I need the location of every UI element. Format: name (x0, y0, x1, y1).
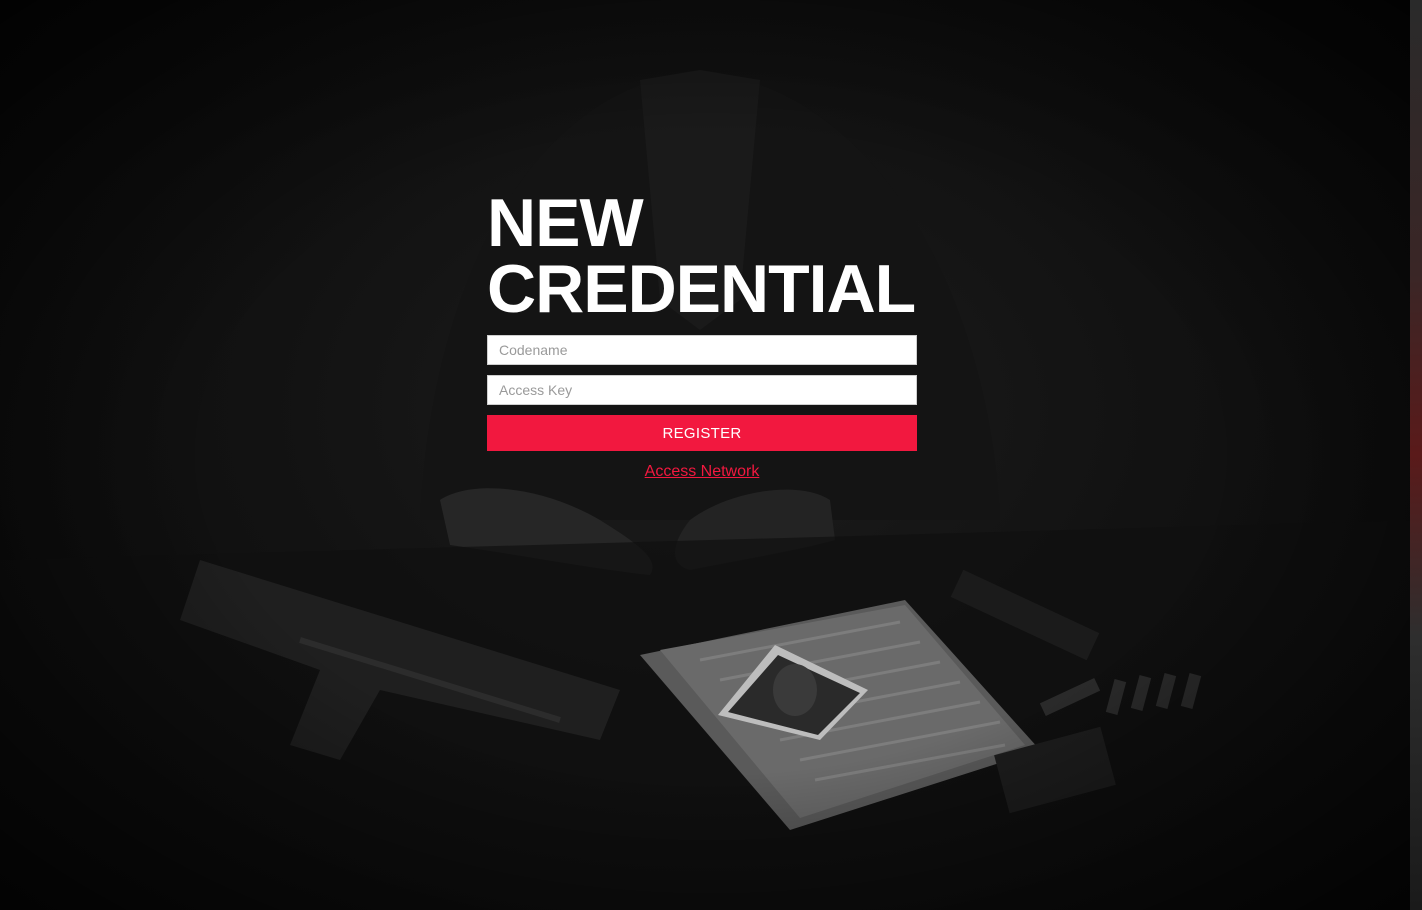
page-title: NEW CREDENTIAL (487, 185, 917, 327)
page-background: NEW CREDENTIAL REGISTER Access Network (0, 0, 1422, 910)
access-network-link[interactable]: Access Network (645, 463, 760, 480)
registration-form: NEW CREDENTIAL REGISTER Access Network (487, 185, 917, 481)
title-line-2: CREDENTIAL (487, 251, 916, 327)
codename-input[interactable] (487, 335, 917, 365)
title-line-1: NEW (487, 185, 644, 261)
access-key-input[interactable] (487, 375, 917, 405)
background-image-edge (1410, 0, 1422, 910)
footer-link-row: Access Network (487, 463, 917, 481)
register-button[interactable]: REGISTER (487, 415, 917, 451)
